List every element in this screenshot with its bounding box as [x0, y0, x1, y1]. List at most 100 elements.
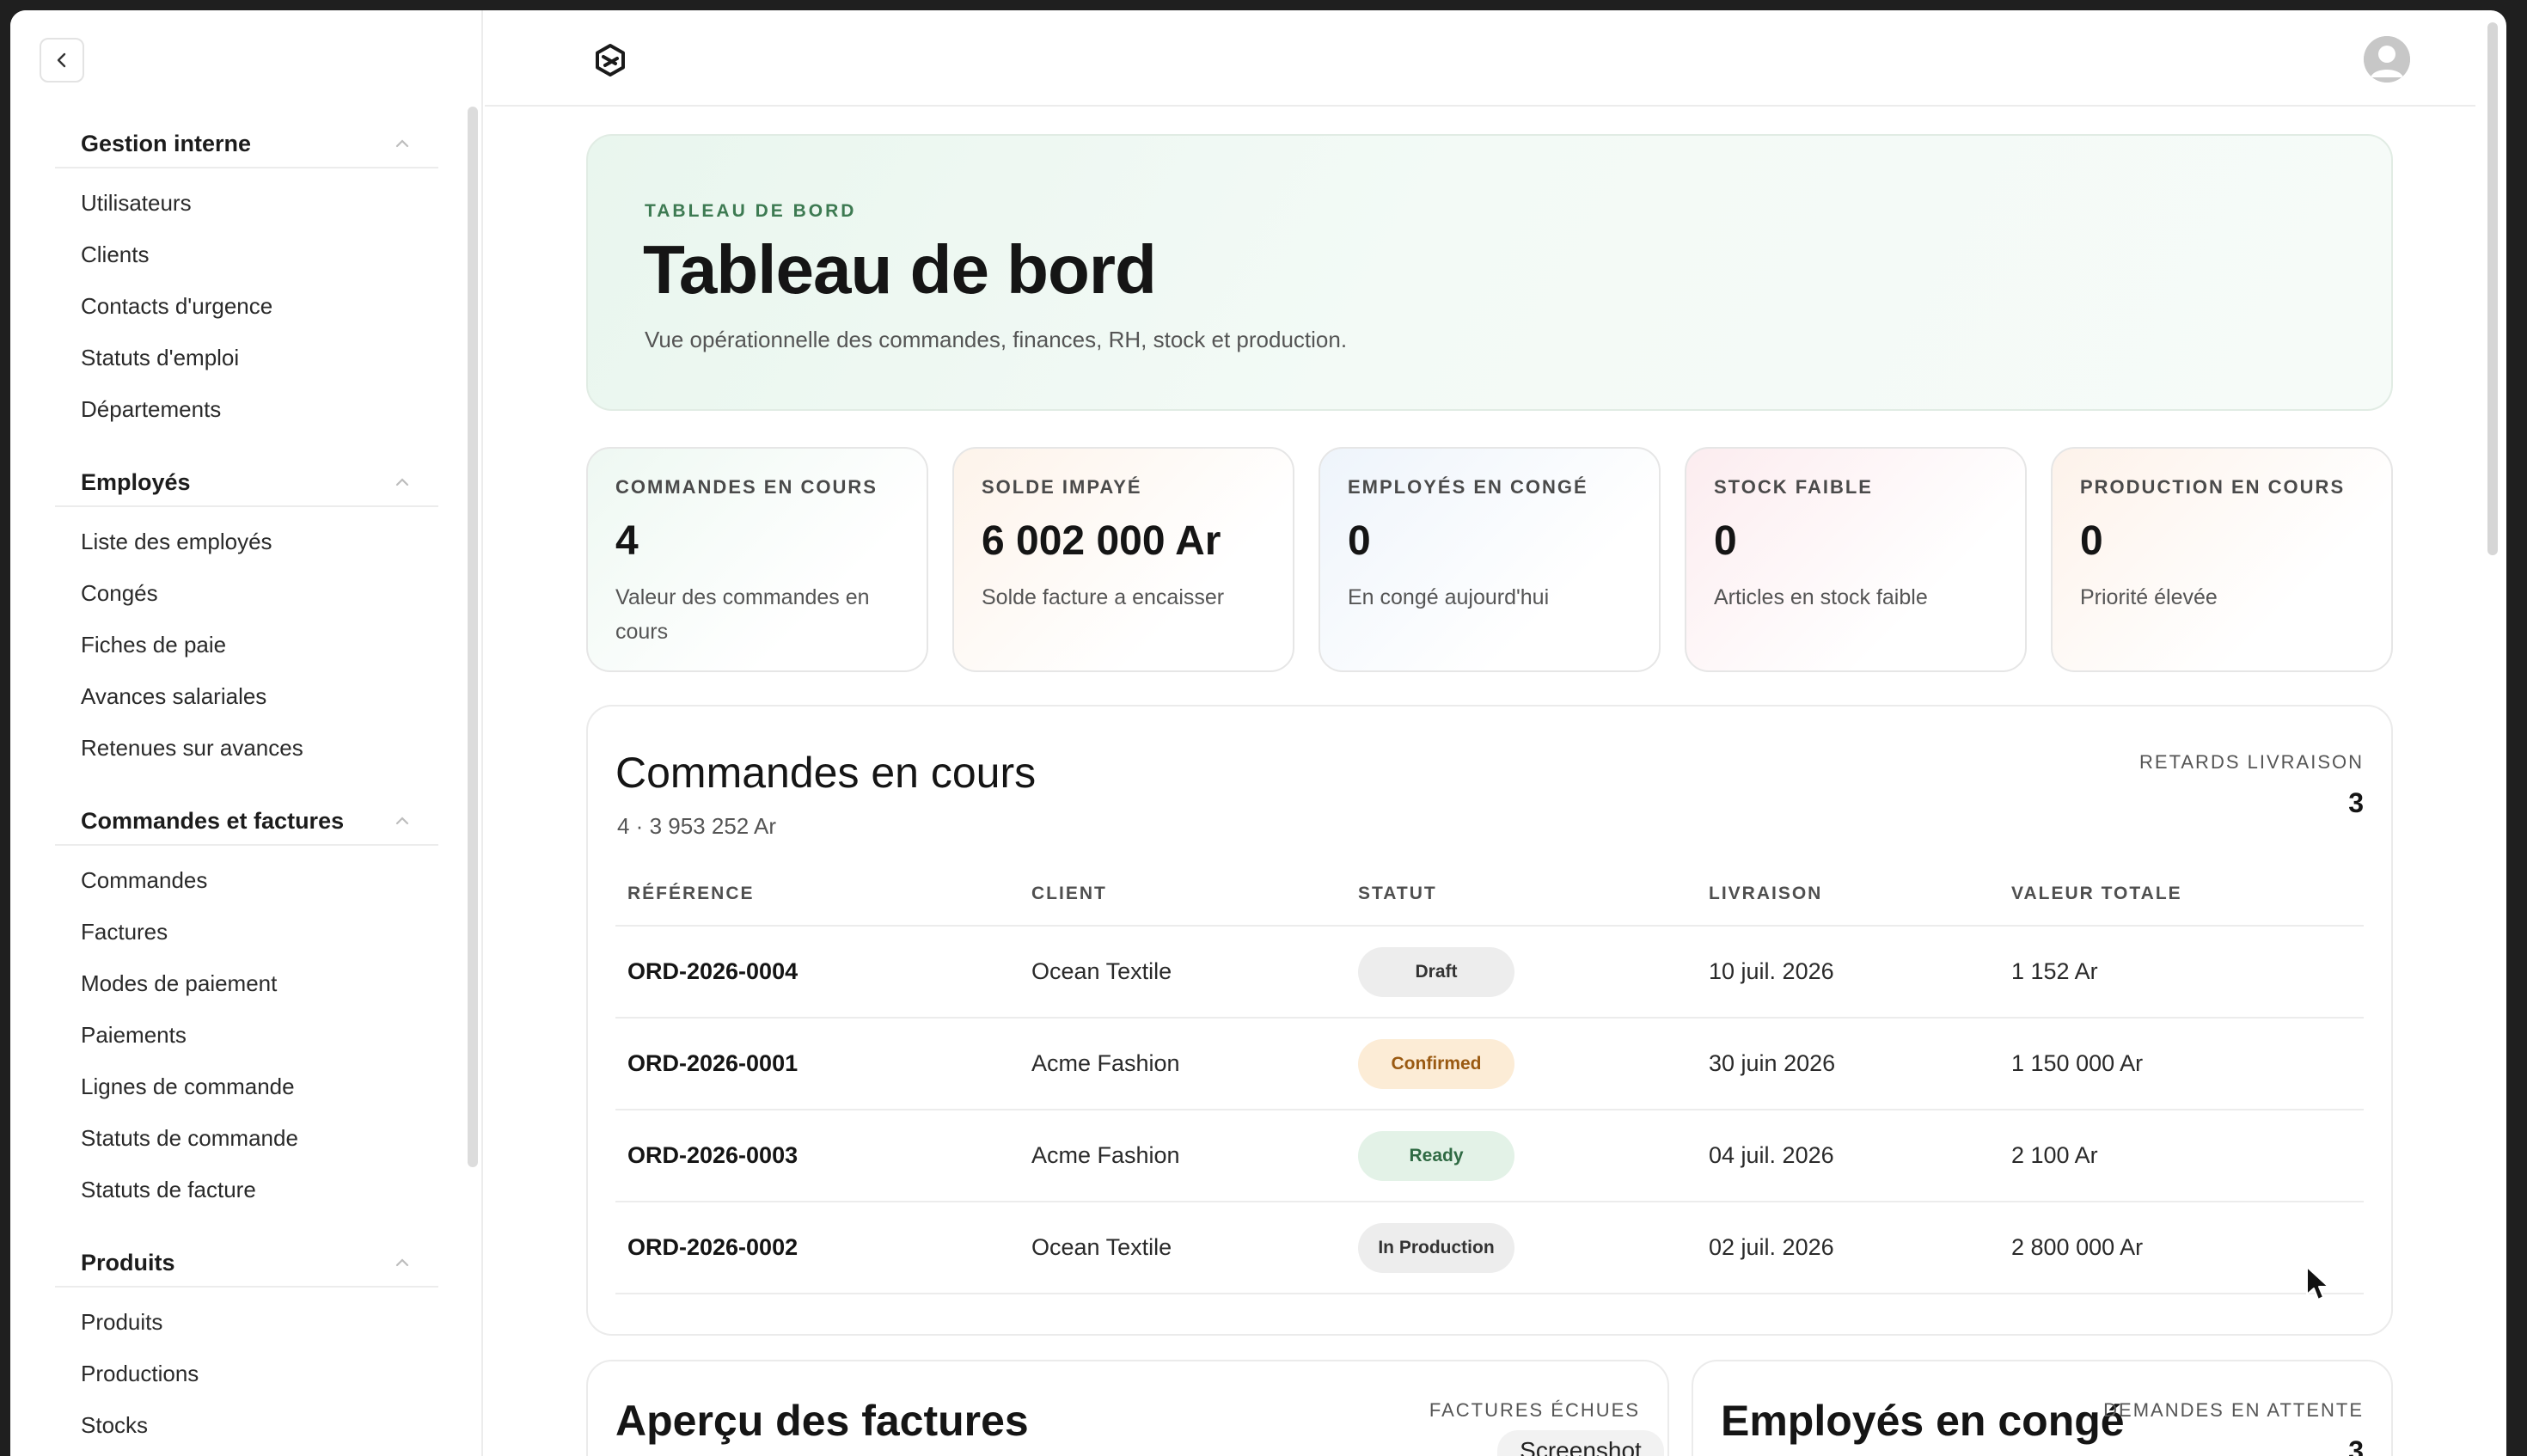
- kpi-note: Solde facture a encaisser: [982, 585, 1225, 609]
- nav-group-header[interactable]: Commandes et factures: [55, 798, 438, 846]
- sidebar-item-factures[interactable]: Factures: [55, 906, 438, 957]
- pending-requests-label: DEMANDES EN ATTENTE: [2103, 1399, 2364, 1421]
- nav-group-title: Gestion interne: [81, 130, 252, 156]
- kpi-card-solde[interactable]: SOLDE IMPAYÉ 6 002 000 Ar Solde facture …: [952, 447, 1294, 672]
- order-delivery-date: 30 juin 2026: [1709, 1050, 1836, 1076]
- order-reference[interactable]: ORD-2026-0001: [615, 1050, 1031, 1077]
- sidebar-item-retenues-avances[interactable]: Retenues sur avances: [55, 722, 438, 774]
- user-avatar-icon: [2364, 36, 2410, 83]
- nav-group-produits: Produits Produits Productions Stocks: [55, 1239, 438, 1456]
- chevron-up-icon: [395, 817, 409, 825]
- sidebar-item-stocks[interactable]: Stocks: [55, 1399, 438, 1451]
- nav-group-title: Employés: [81, 468, 191, 495]
- orders-table: RÉFÉRENCE CLIENT STATUT LIVRAISON VALEUR…: [615, 863, 2364, 1294]
- sidebar-item-statuts-commande[interactable]: Statuts de commande: [55, 1112, 438, 1164]
- sidebar-item-produits[interactable]: Produits: [55, 1296, 438, 1348]
- kpi-value: 0: [1348, 518, 1371, 564]
- kpi-label: EMPLOYÉS EN CONGÉ: [1348, 476, 1588, 498]
- sidebar-item-fiches-paie[interactable]: Fiches de paie: [55, 619, 438, 670]
- order-total: 1 152 Ar: [2011, 958, 2098, 984]
- table-row[interactable]: ORD-2026-0001 Acme Fashion Confirmed 30 …: [615, 1019, 2364, 1110]
- column-header-total[interactable]: VALEUR TOTALE: [2011, 884, 2364, 904]
- sidebar-item-liste-employes[interactable]: Liste des employés: [55, 516, 438, 567]
- order-client: Acme Fashion: [1031, 1050, 1180, 1076]
- table-row[interactable]: ORD-2026-0002 Ocean Textile In Productio…: [615, 1202, 2364, 1294]
- collapse-sidebar-button[interactable]: [40, 38, 84, 83]
- sidebar-item-statuts-facture[interactable]: Statuts de facture: [55, 1164, 438, 1215]
- screenshot-tooltip: Screenshot: [1497, 1430, 1664, 1456]
- table-header: RÉFÉRENCE CLIENT STATUT LIVRAISON VALEUR…: [615, 863, 2364, 927]
- status-badge: Confirmed: [1358, 1038, 1514, 1089]
- sidebar-item-clients[interactable]: Clients: [55, 229, 438, 280]
- column-header-reference[interactable]: RÉFÉRENCE: [615, 884, 1031, 904]
- kpi-note: Articles en stock faible: [1714, 585, 1928, 609]
- kpi-value: 0: [1714, 518, 1737, 564]
- hero-eyebrow: TABLEAU DE BORD: [645, 201, 857, 221]
- nav-group-title: Produits: [81, 1249, 175, 1276]
- sidebar-scrollbar[interactable]: [468, 107, 478, 1167]
- kpi-card-stock[interactable]: STOCK FAIBLE 0 Articles en stock faible: [1685, 447, 2027, 672]
- sidebar-item-paiements[interactable]: Paiements: [55, 1009, 438, 1061]
- column-header-delivery[interactable]: LIVRAISON: [1709, 884, 2011, 904]
- order-total: 2 100 Ar: [2011, 1142, 2098, 1168]
- chevron-up-icon: [395, 1258, 409, 1267]
- column-header-status[interactable]: STATUT: [1358, 884, 1709, 904]
- sidebar-item-statuts-emploi[interactable]: Statuts d'emploi: [55, 332, 438, 383]
- kpi-card-production[interactable]: PRODUCTION EN COURS 0 Priorité élevée: [2051, 447, 2393, 672]
- table-row[interactable]: ORD-2026-0003 Acme Fashion Ready 04 juil…: [615, 1110, 2364, 1202]
- kpi-card-conges[interactable]: EMPLOYÉS EN CONGÉ 0 En congé aujourd'hui: [1319, 447, 1661, 672]
- orders-card: Commandes en cours 4 · 3 953 252 Ar RETA…: [586, 705, 2393, 1336]
- sidebar-item-departements[interactable]: Départements: [55, 383, 438, 435]
- order-delivery-date: 02 juil. 2026: [1709, 1234, 1834, 1260]
- kpi-note: En congé aujourd'hui: [1348, 585, 1550, 609]
- chevron-left-icon: [57, 52, 66, 68]
- kpi-note: Valeur des commandes en cours: [615, 585, 870, 644]
- status-badge: Ready: [1358, 1130, 1514, 1181]
- page-scrollbar[interactable]: [2487, 22, 2498, 555]
- sidebar-item-contacts-urgence[interactable]: Contacts d'urgence: [55, 280, 438, 332]
- table-row[interactable]: ORD-2026-0004 Ocean Textile Draft 10 jui…: [615, 927, 2364, 1019]
- orders-summary: 4 · 3 953 252 Ar: [617, 813, 777, 839]
- order-client: Acme Fashion: [1031, 1142, 1180, 1168]
- employees-on-leave-card: Employés en congé DEMANDES EN ATTENTE 3: [1692, 1360, 2393, 1456]
- app-window: Gestion interne Utilisateurs Clients Con…: [10, 10, 2506, 1456]
- nav-group-commandes-factures: Commandes et factures Commandes Factures…: [55, 798, 438, 1227]
- sidebar: Gestion interne Utilisateurs Clients Con…: [10, 10, 483, 1456]
- status-badge: Draft: [1358, 946, 1514, 997]
- nav-group-header[interactable]: Gestion interne: [55, 120, 438, 168]
- sidebar-item-commandes[interactable]: Commandes: [55, 854, 438, 906]
- nav-group-title: Commandes et factures: [81, 807, 345, 834]
- delivery-delays-value: 3: [2348, 787, 2364, 818]
- overdue-invoices-label: FACTURES ÉCHUES: [1429, 1399, 1640, 1421]
- nav-group-header[interactable]: Produits: [55, 1239, 438, 1288]
- mouse-cursor-icon: [2306, 1266, 2329, 1300]
- order-reference[interactable]: ORD-2026-0002: [615, 1234, 1031, 1261]
- column-header-client[interactable]: CLIENT: [1031, 884, 1358, 904]
- kpi-label: SOLDE IMPAYÉ: [982, 476, 1142, 498]
- app-logo-icon[interactable]: [593, 43, 627, 77]
- order-reference[interactable]: ORD-2026-0003: [615, 1142, 1031, 1169]
- kpi-value: 4: [615, 518, 639, 564]
- user-avatar[interactable]: [2364, 36, 2410, 83]
- order-delivery-date: 04 juil. 2026: [1709, 1142, 1834, 1168]
- order-total: 2 800 000 Ar: [2011, 1234, 2144, 1260]
- dashboard-hero: TABLEAU DE BORD Tableau de bord Vue opér…: [586, 134, 2393, 411]
- top-header: [485, 10, 2475, 107]
- sidebar-item-modes-paiement[interactable]: Modes de paiement: [55, 957, 438, 1009]
- sidebar-item-conges[interactable]: Congés: [55, 567, 438, 619]
- chevron-up-icon: [395, 478, 409, 486]
- kpi-label: PRODUCTION EN COURS: [2080, 476, 2346, 498]
- sidebar-item-avances-salariales[interactable]: Avances salariales: [55, 670, 438, 722]
- sidebar-item-utilisateurs[interactable]: Utilisateurs: [55, 177, 438, 229]
- pending-requests-value: 3: [2348, 1435, 2364, 1456]
- employees-on-leave-title: Employés en congé: [1721, 1397, 2125, 1445]
- page-subtitle: Vue opérationnelle des commandes, financ…: [645, 327, 1348, 352]
- status-badge: In Production: [1358, 1222, 1514, 1273]
- order-total: 1 150 000 Ar: [2011, 1050, 2144, 1076]
- sidebar-item-lignes-commande[interactable]: Lignes de commande: [55, 1061, 438, 1112]
- sidebar-item-productions[interactable]: Productions: [55, 1348, 438, 1399]
- order-reference[interactable]: ORD-2026-0004: [615, 958, 1031, 985]
- kpi-card-commandes[interactable]: COMMANDES EN COURS 4 Valeur des commande…: [586, 447, 928, 672]
- order-client: Ocean Textile: [1031, 958, 1172, 984]
- nav-group-header[interactable]: Employés: [55, 459, 438, 507]
